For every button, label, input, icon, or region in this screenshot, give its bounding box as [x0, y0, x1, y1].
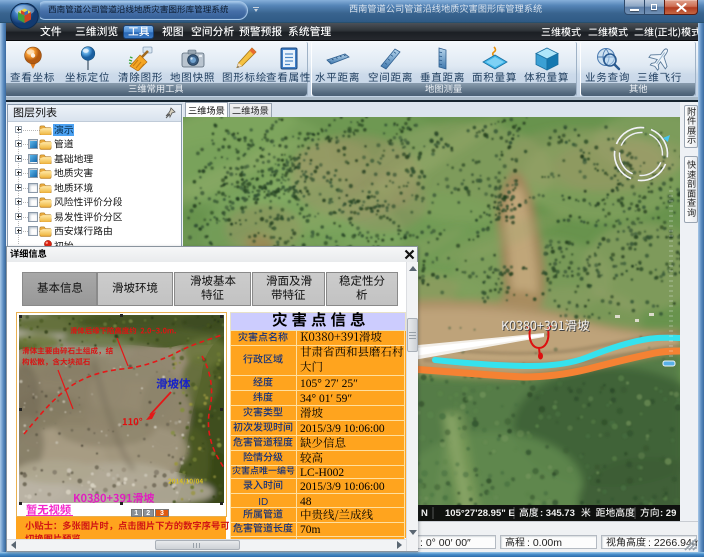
svg-text:105°27'28.95" E: 105°27'28.95" E — [445, 508, 515, 519]
svg-text:: 29: : 29 — [660, 508, 676, 519]
svg-text:N: N — [421, 508, 428, 519]
svg-text:: 345.73: : 345.73 — [540, 508, 575, 519]
